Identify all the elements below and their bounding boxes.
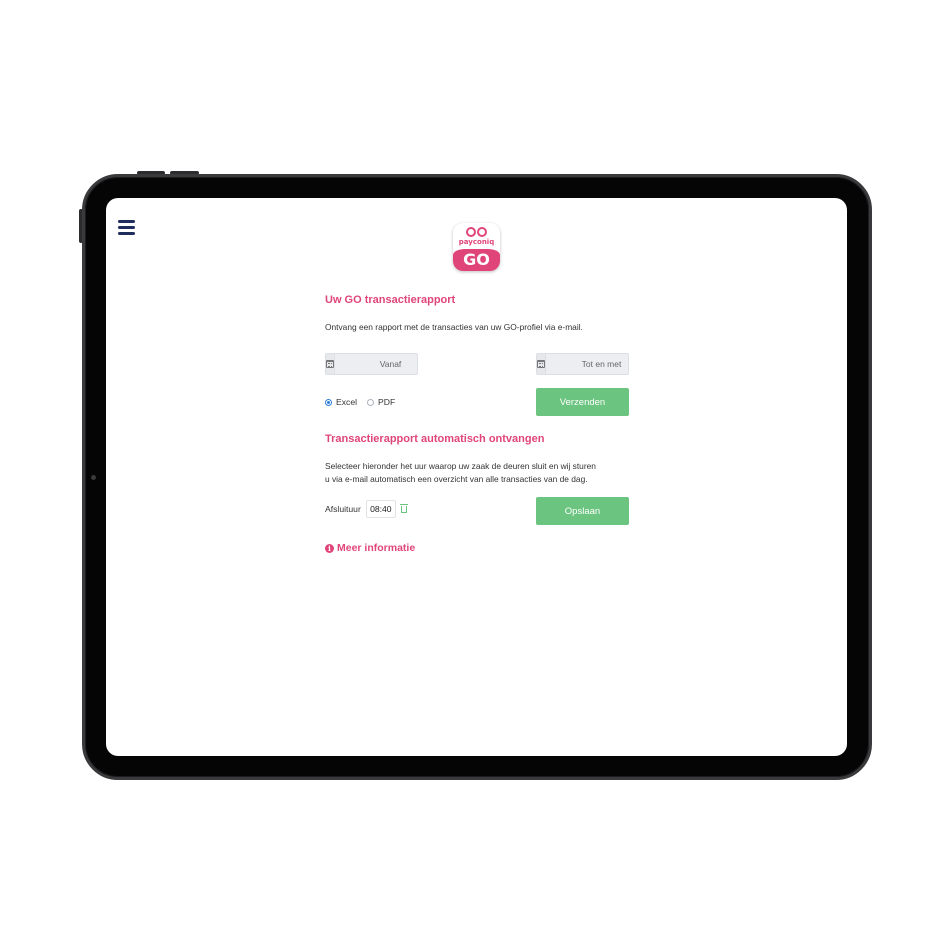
radio-excel-label[interactable]: Excel	[336, 397, 357, 407]
report-description: Ontvang een rapport met de transacties v…	[325, 322, 583, 332]
radio-pdf-label[interactable]: PDF	[378, 397, 395, 407]
date-to-input[interactable]	[546, 354, 665, 374]
logo-brand-word: payconiq	[458, 238, 495, 246]
format-radio-group: Excel PDF	[325, 397, 395, 407]
auto-report-title: Transactierapport automatisch ontvangen	[325, 433, 545, 445]
date-from-field[interactable]	[325, 353, 454, 375]
logo-go-badge: GO	[453, 249, 500, 271]
save-button[interactable]: Opslaan	[536, 497, 629, 525]
radio-excel[interactable]	[325, 398, 332, 406]
calendar-icon[interactable]	[537, 354, 546, 374]
camera-dot	[91, 475, 96, 480]
auto-description-line1: Selecteer hieronder het uur waarop uw za…	[325, 461, 596, 471]
closing-time-label: Afsluituur	[325, 504, 361, 514]
info-icon: i	[325, 543, 334, 553]
date-from-input[interactable]	[335, 354, 454, 374]
closing-time-row: Afsluituur 08:40	[325, 500, 408, 518]
payconiq-go-logo: payconiq GO	[453, 223, 500, 271]
tablet-screen: payconiq GO Uw GO transactierapport Ontv…	[106, 198, 847, 756]
trash-icon[interactable]	[399, 503, 408, 513]
closing-time-input[interactable]: 08:40	[365, 500, 396, 518]
report-title: Uw GO transactierapport	[325, 294, 456, 306]
calendar-icon[interactable]	[326, 354, 335, 374]
date-to-field[interactable]	[536, 353, 665, 375]
hamburger-menu-icon[interactable]	[118, 220, 135, 235]
send-button[interactable]: Verzenden	[536, 388, 629, 416]
more-info-label[interactable]: Meer informatie	[337, 542, 415, 554]
radio-pdf[interactable]	[367, 398, 375, 406]
auto-description-line2: u via e-mail automatisch een overzicht v…	[325, 474, 588, 484]
device-mockup: payconiq GO Uw GO transactierapport Ontv…	[0, 0, 950, 950]
logo-rings-icon	[453, 227, 500, 237]
more-info-link[interactable]: i Meer informatie	[325, 542, 415, 554]
